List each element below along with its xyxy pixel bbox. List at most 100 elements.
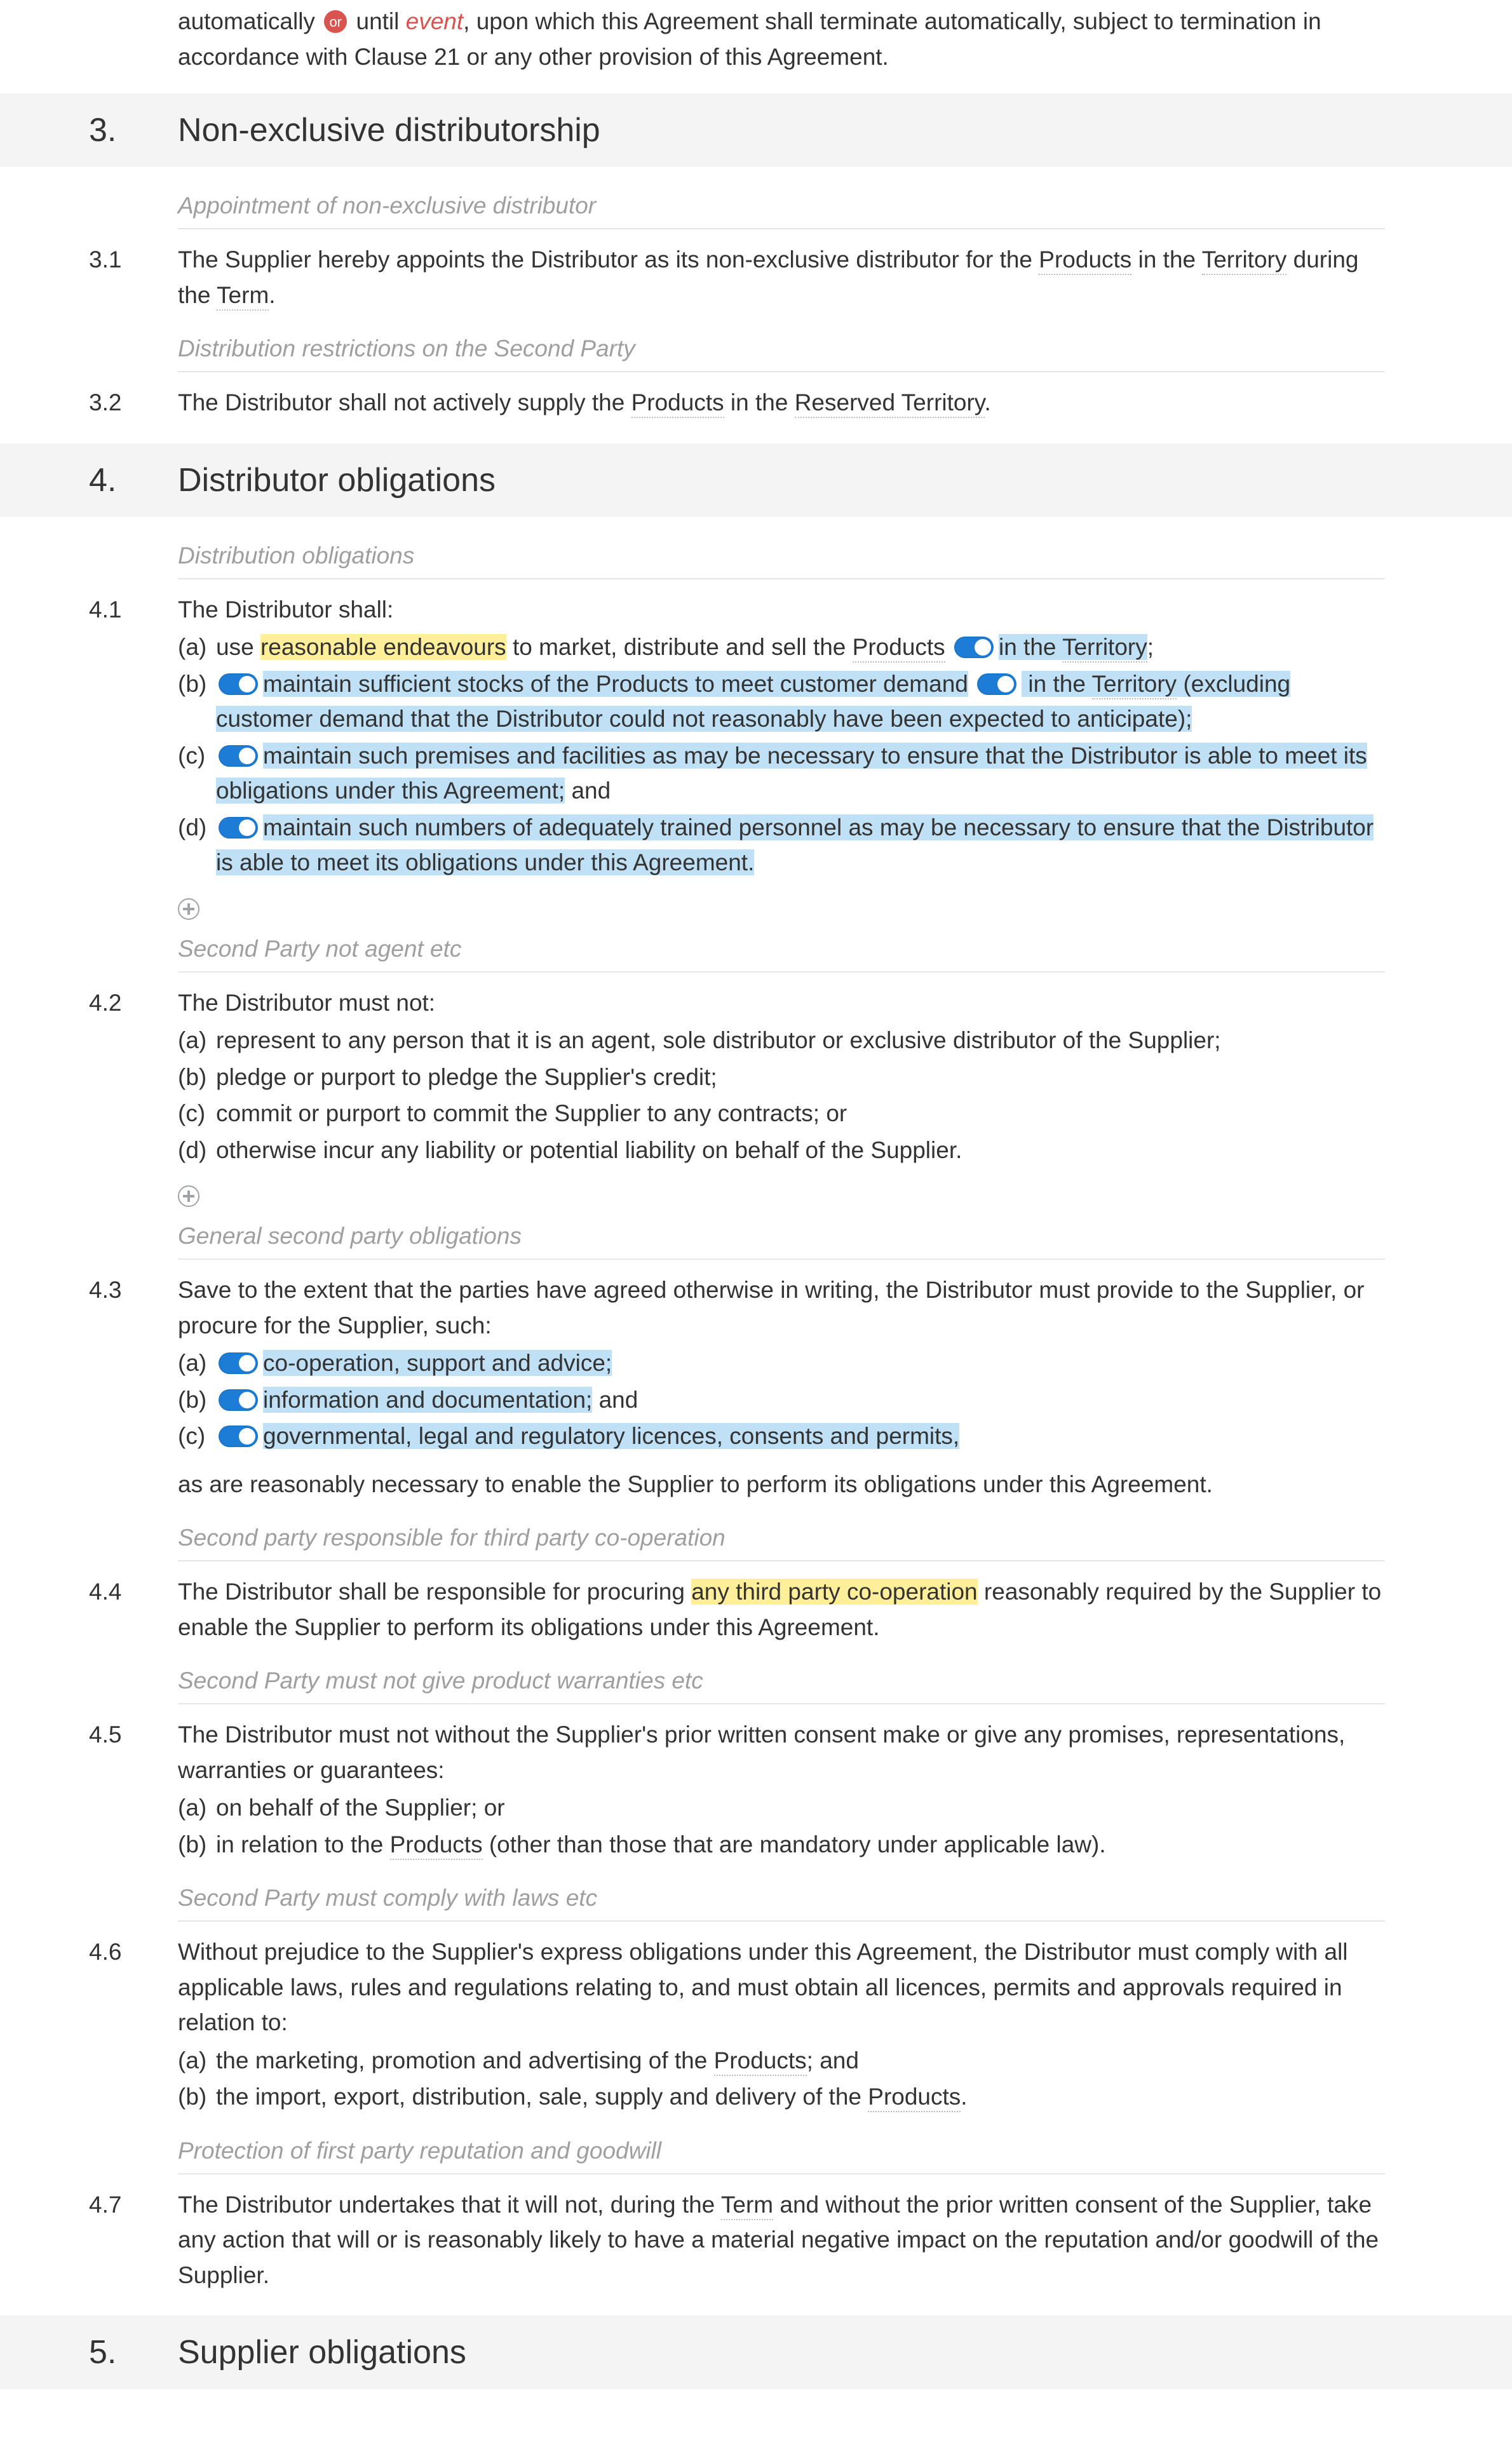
subheading-row: Second Party must comply with laws etc	[0, 1862, 1512, 1922]
subheading-row: Distribution restrictions on the Second …	[0, 313, 1512, 372]
text: .	[269, 282, 275, 308]
clause-text: The Distributor shall not actively suppl…	[178, 385, 1385, 421]
subheading: Second Party must not give product warra…	[178, 1668, 1385, 1704]
option-toggle[interactable]	[219, 1389, 258, 1411]
text: use	[216, 634, 260, 660]
text: in the	[724, 389, 795, 415]
optional-span[interactable]: co-operation, support and advice;	[263, 1350, 612, 1376]
text: The Distributor shall be responsible for…	[178, 1579, 691, 1605]
subheading: Second Party must comply with laws etc	[178, 1885, 1385, 1922]
item-letter: (b)	[178, 1382, 216, 1418]
section-title: Supplier obligations	[178, 2333, 466, 2371]
clause-number: 4.6	[89, 1934, 178, 2040]
clause-4-2-subitems: (a)represent to any person that it is an…	[0, 1020, 1512, 1168]
clause-number: 3.2	[89, 385, 178, 421]
clause-4-5-subitems: (a)on behalf of the Supplier; or (b)in r…	[0, 1788, 1512, 1862]
subheading-row: General second party obligations	[0, 1217, 1512, 1260]
optional-span[interactable]: in the Territory	[999, 634, 1147, 660]
add-item-icon[interactable]	[178, 898, 199, 920]
optional-span[interactable]: maintain such numbers of adequately trai…	[216, 814, 1374, 876]
optional-span[interactable]: maintain sufficient stocks of the Produc…	[263, 671, 968, 697]
text: .	[961, 2084, 967, 2110]
option-toggle[interactable]	[954, 637, 994, 658]
defined-term-term[interactable]: Term	[217, 282, 269, 311]
clause-text: Save to the extent that the parties have…	[178, 1272, 1385, 1343]
option-toggle[interactable]	[219, 745, 258, 767]
optional-span[interactable]: information and documentation;	[263, 1387, 592, 1413]
option-toggle[interactable]	[219, 817, 258, 839]
item-body: the import, export, distribution, sale, …	[216, 2079, 1385, 2115]
text: The Distributor shall not actively suppl…	[178, 389, 631, 415]
text	[945, 634, 952, 660]
item-letter: (a)	[178, 1345, 216, 1381]
defined-term-products[interactable]: Products	[390, 1831, 483, 1860]
editable-span[interactable]: reasonable endeavours	[260, 634, 506, 660]
clause-4-3-subitems: (a) co-operation, support and advice; (b)…	[0, 1343, 1512, 1454]
optional-span[interactable]: maintain such premises and facilities as…	[216, 743, 1367, 804]
clause-text: Without prejudice to the Supplier's expr…	[178, 1934, 1385, 2040]
item-letter: (d)	[178, 1133, 216, 1168]
item-letter: (a)	[178, 1790, 216, 1826]
defined-term-territory[interactable]: Territory	[1202, 246, 1287, 275]
clause-3-1: 3.1 The Supplier hereby appoints the Dis…	[0, 229, 1512, 313]
section-header-5: 5. Supplier obligations	[0, 2315, 1512, 2389]
subheading-row: Second party responsible for third party…	[0, 1502, 1512, 1561]
item-body: the marketing, promotion and advertising…	[216, 2043, 1385, 2079]
add-item-icon[interactable]	[178, 1185, 199, 1207]
defined-term-products[interactable]: Products	[714, 2047, 807, 2076]
defined-term-territory[interactable]: Territory	[1062, 634, 1147, 663]
text: The Supplier hereby appoints the Distrib…	[178, 246, 1039, 273]
text: The Distributor undertakes that it will …	[178, 2192, 721, 2218]
clause-number: 4.1	[89, 592, 178, 628]
defined-term-reserved-territory[interactable]: Reserved Territory	[795, 389, 985, 418]
option-toggle[interactable]	[219, 1352, 258, 1374]
item-body: maintain such numbers of adequately trai…	[216, 810, 1385, 880]
or-chip[interactable]: or	[324, 10, 347, 33]
clause-number: 4.4	[89, 1574, 178, 1645]
clause-4-2: 4.2 The Distributor must not:	[0, 973, 1512, 1021]
defined-term-term[interactable]: Term	[721, 2192, 773, 2220]
defined-term-products[interactable]: Products	[853, 634, 945, 663]
subheading-row: Appointment of non-exclusive distributor	[0, 167, 1512, 229]
text: the marketing, promotion and advertising…	[216, 2047, 714, 2073]
defined-term-products[interactable]: Products	[1039, 246, 1131, 275]
optional-span[interactable]: governmental, legal and regulatory licen…	[263, 1423, 959, 1449]
list-item: (d) maintain such numbers of adequately …	[178, 809, 1385, 880]
list-item: (b)information and documentation; and	[178, 1381, 1385, 1418]
list-item: (b)in relation to the Products (other th…	[178, 1826, 1385, 1863]
clause-4-1-subitems: (a) use reasonable endeavours to market,…	[0, 627, 1512, 880]
defined-term-territory[interactable]: Territory	[1092, 671, 1177, 699]
clause-number: 3.1	[89, 242, 178, 313]
item-body: governmental, legal and regulatory licen…	[216, 1419, 1385, 1454]
item-body: maintain sufficient stocks of the Produc…	[216, 666, 1385, 737]
subheading: Second party responsible for third party…	[178, 1525, 1385, 1561]
list-item: (a) co-operation, support and advice;	[178, 1344, 1385, 1381]
clause-number: 4.3	[89, 1272, 178, 1343]
intro-post-or: until	[349, 8, 405, 34]
option-toggle[interactable]	[219, 673, 258, 695]
item-letter: (a)	[178, 630, 216, 665]
defined-term-products[interactable]: Products	[868, 2084, 961, 2112]
option-toggle[interactable]	[977, 673, 1016, 695]
item-body: commit or purport to commit the Supplier…	[216, 1096, 1385, 1131]
item-body: use reasonable endeavours to market, dis…	[216, 630, 1385, 665]
subheading-row: Protection of first party reputation and…	[0, 2115, 1512, 2174]
editable-span[interactable]: any third party co-operation	[691, 1579, 977, 1605]
item-letter: (b)	[178, 2079, 216, 2115]
section-number: 3.	[89, 111, 178, 149]
item-body: information and documentation; and	[216, 1382, 1385, 1418]
clause-4-1: 4.1 The Distributor shall:	[0, 579, 1512, 628]
item-letter: (c)	[178, 738, 216, 809]
text: in the	[1131, 246, 1201, 273]
list-item: (d)otherwise incur any liability or pote…	[178, 1131, 1385, 1168]
subheading-row: Distribution obligations	[0, 517, 1512, 579]
text: in relation to the	[216, 1831, 390, 1857]
event-placeholder[interactable]: event	[406, 8, 464, 34]
add-item-row	[0, 880, 1512, 929]
option-toggle[interactable]	[219, 1426, 258, 1447]
intro-fragment: automatically or until event, upon which…	[0, 0, 1512, 74]
item-letter: (a)	[178, 1023, 216, 1058]
defined-term-products[interactable]: Products	[631, 389, 724, 418]
subheading: Distribution restrictions on the Second …	[178, 335, 1385, 372]
list-item: (b) maintain sufficient stocks of the Pr…	[178, 665, 1385, 737]
